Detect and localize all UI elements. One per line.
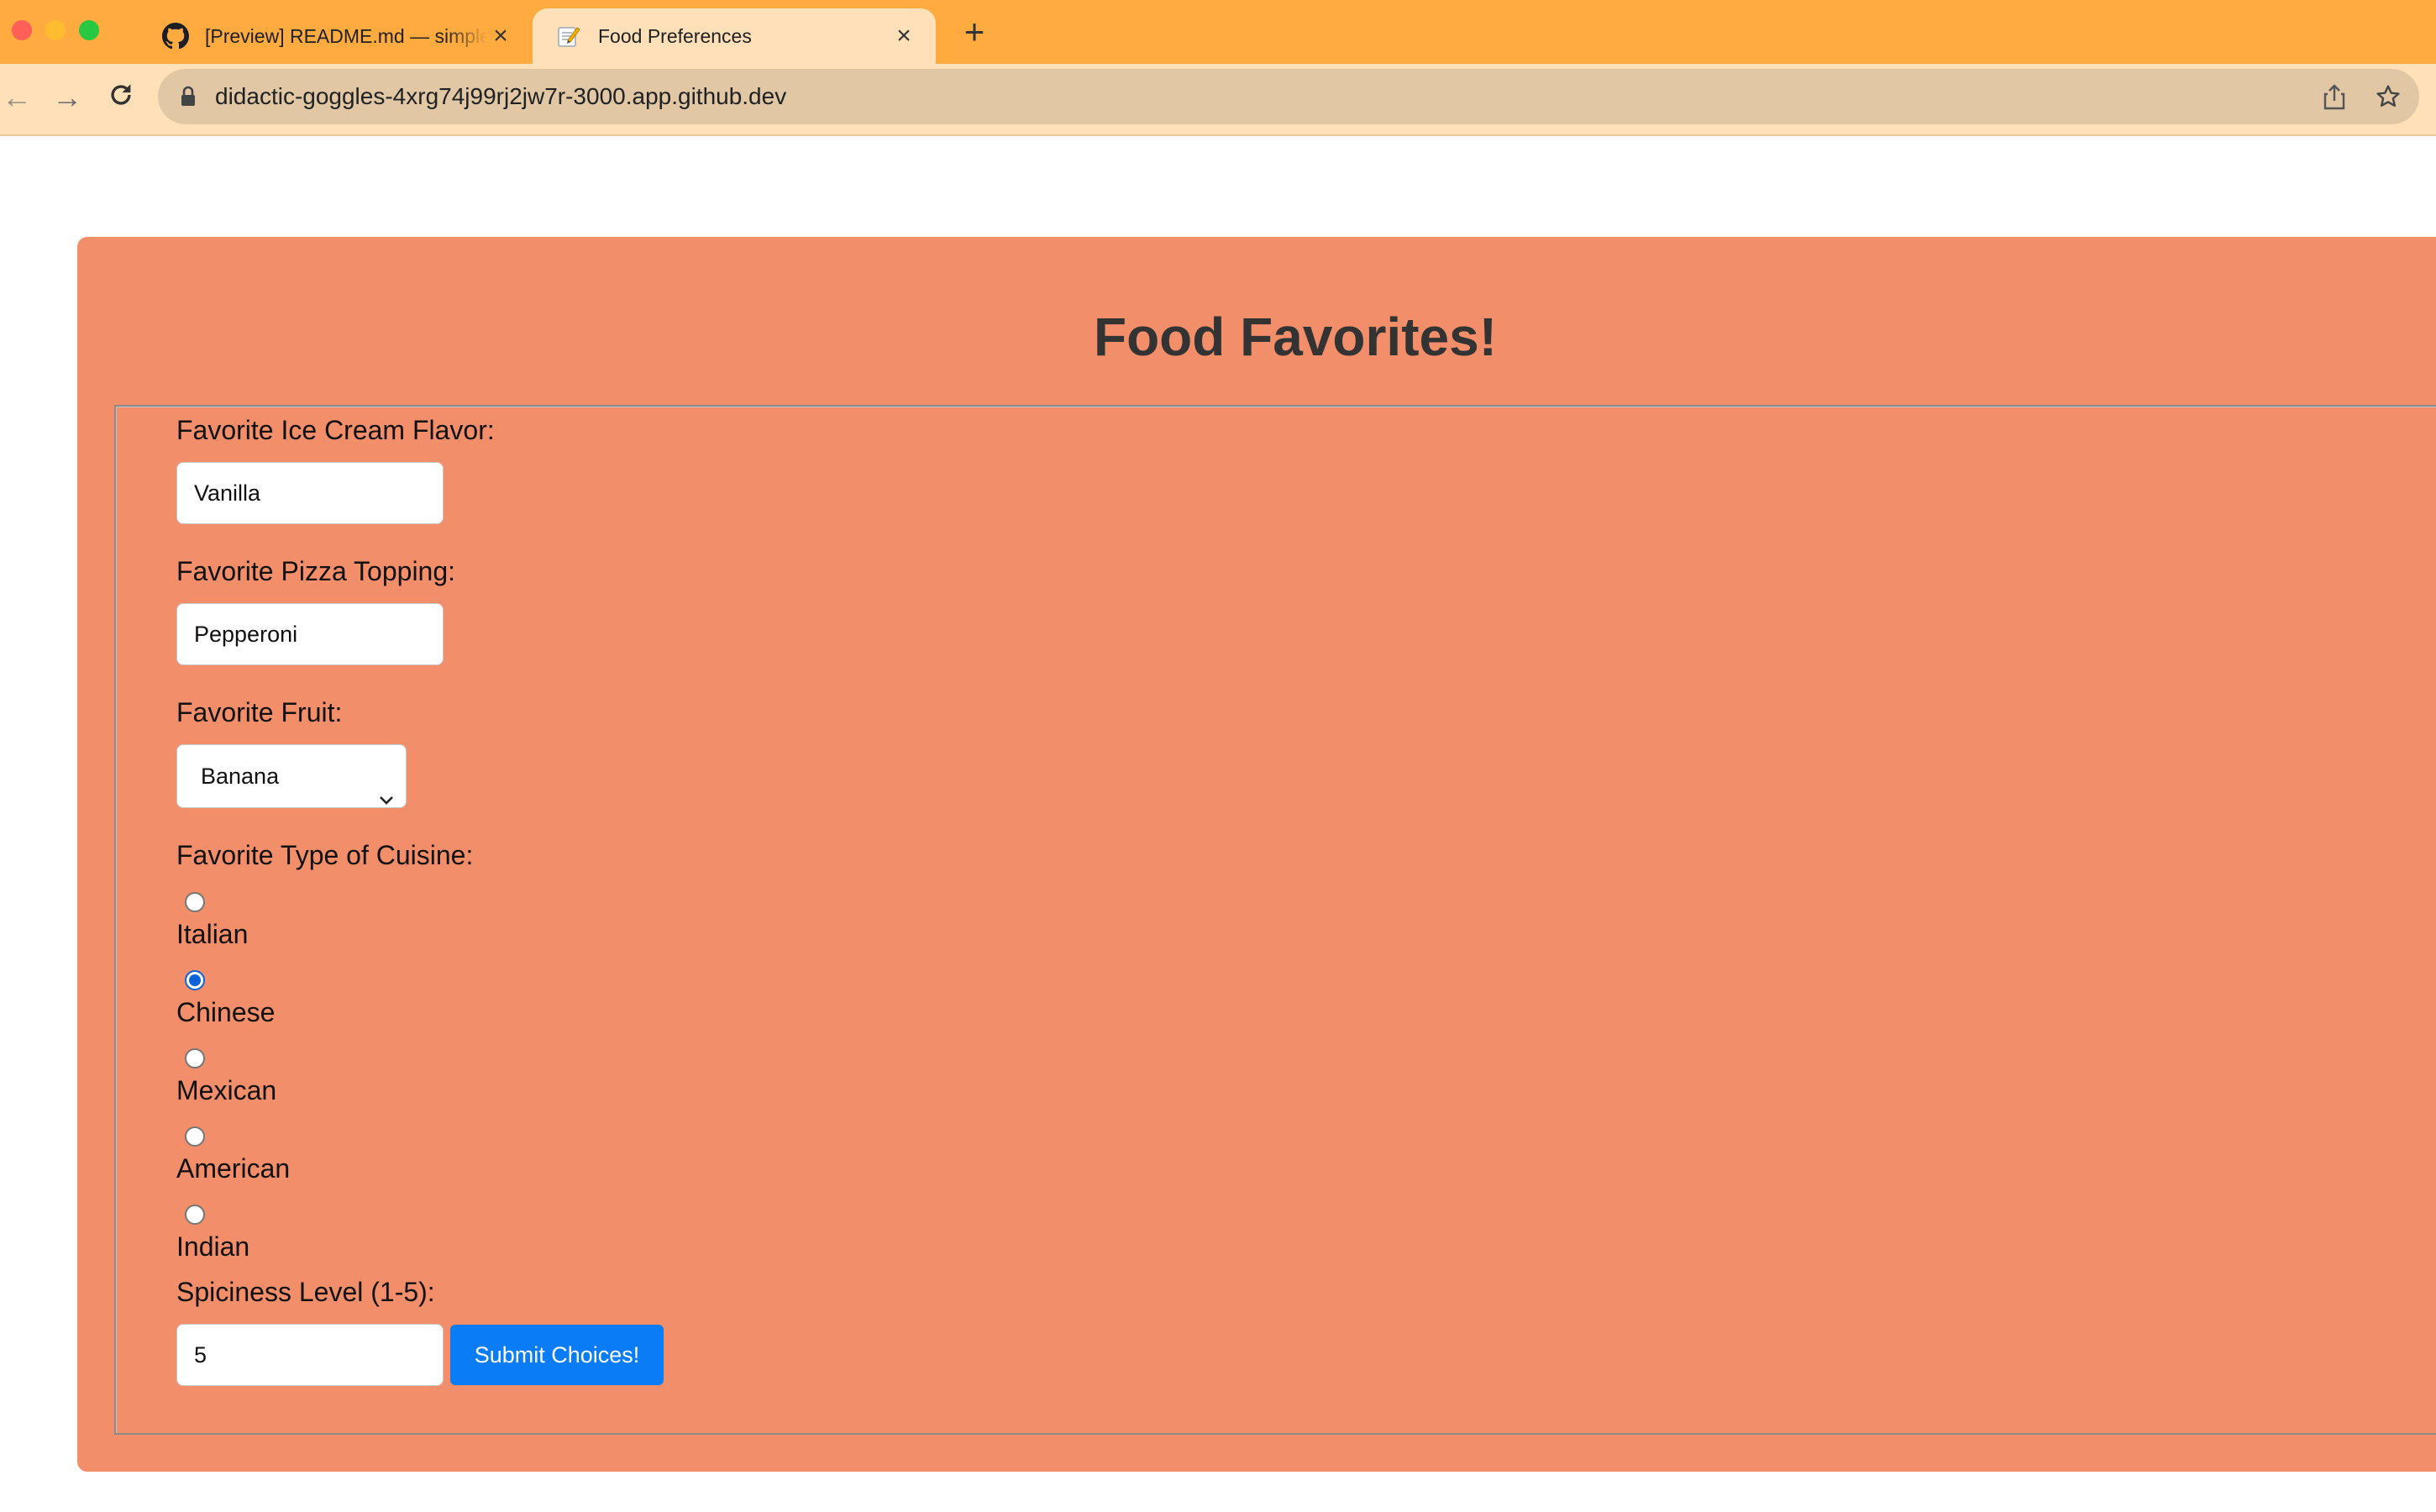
close-tab-icon[interactable]: × [487,23,514,50]
cuisine-radio-chinese[interactable] [185,970,205,990]
form-card: Food Favorites! Favorite Ice Cream Flavo… [77,237,2436,1472]
close-tab-icon[interactable]: × [890,23,917,50]
bookmark-star-icon[interactable] [2374,82,2402,111]
fruit-select-value: Banana [201,764,280,789]
fruit-label: Favorite Fruit: [176,697,343,727]
cuisine-option-label: Italian [176,919,249,949]
cuisine-option-label: Indian [176,1231,250,1262]
cuisine-label: Favorite Type of Cuisine: [176,840,474,870]
tab-food-preferences[interactable]: Food Preferences × [533,8,936,64]
address-bar[interactable]: didactic-goggles-4xrg74j99rj2jw7r-3000.a… [158,69,2419,124]
cuisine-radio-mexican[interactable] [185,1048,205,1068]
tab-title: [Preview] README.md — simple-form [205,24,487,47]
tab-readme-preview[interactable]: [Preview] README.md — simple-form × [139,8,533,64]
chevron-down-icon [377,768,396,830]
spiciness-label: Spiciness Level (1-5): [176,1277,435,1307]
github-icon [161,22,190,50]
memo-icon [554,22,583,50]
minimize-window-button[interactable] [45,20,66,40]
cuisine-radio-italian[interactable] [185,892,205,912]
preferences-fieldset: Favorite Ice Cream Flavor: Vanilla Favor… [114,405,2436,1435]
ice-cream-input[interactable]: Vanilla [176,462,444,524]
maximize-window-button[interactable] [79,20,99,40]
back-arrow-icon[interactable]: ← [0,81,34,114]
browser-toolbar: ← → didactic-goggles-4xrg74j99rj2jw7r-30… [0,64,2436,136]
cuisine-option-label: Chinese [176,997,276,1027]
cuisine-radio-indian[interactable] [185,1205,205,1225]
tab-title: Food Preferences [598,24,752,47]
pizza-input[interactable]: Pepperoni [176,603,444,665]
tab-strip: [Preview] README.md — simple-form × Food… [0,0,2436,64]
cuisine-radio-american[interactable] [185,1126,205,1147]
share-icon[interactable] [2320,82,2349,111]
url-text: didactic-goggles-4xrg74j99rj2jw7r-3000.a… [215,83,787,109]
pizza-label: Favorite Pizza Topping: [176,556,456,586]
forward-arrow-icon[interactable]: → [50,81,84,114]
spiciness-input[interactable]: 5 [176,1324,444,1386]
new-tab-button[interactable]: + [958,14,991,50]
cuisine-option-label: Mexican [176,1075,277,1105]
close-window-button[interactable] [12,20,32,40]
cuisine-option-label: American [176,1153,291,1184]
fruit-select[interactable]: Banana [176,744,407,808]
ice-cream-label: Favorite Ice Cream Flavor: [176,415,495,445]
lock-icon[interactable] [180,86,197,112]
submit-button[interactable]: Submit Choices! [450,1325,664,1385]
reload-icon[interactable] [104,81,138,114]
page-title: Food Favorites! [1093,307,1498,367]
